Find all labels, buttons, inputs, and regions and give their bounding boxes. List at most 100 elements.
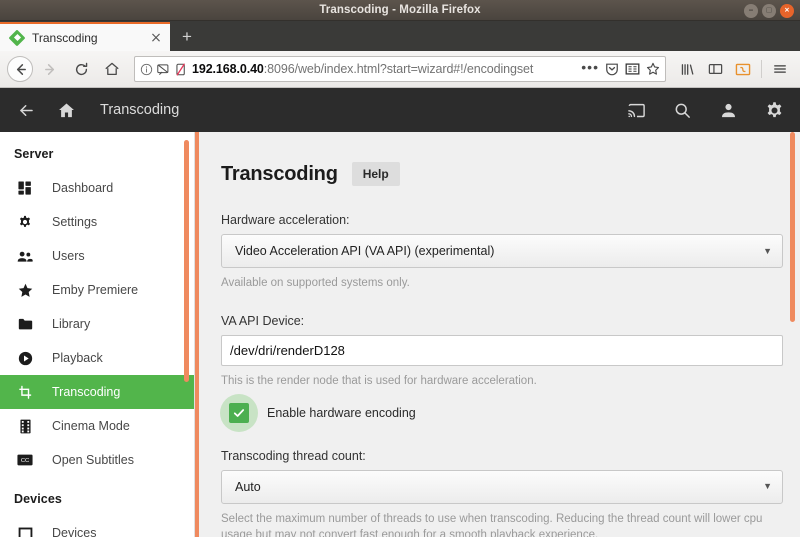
search-icon[interactable] [670, 98, 694, 122]
sidebar-item-open-subtitles[interactable]: CC Open Subtitles [0, 443, 195, 477]
new-tab-button[interactable]: + [170, 22, 204, 51]
hamburger-menu-icon[interactable] [767, 56, 793, 82]
toolbar-separator [761, 60, 762, 78]
star-icon[interactable] [646, 62, 660, 76]
browser-toolbar-actions [674, 56, 793, 82]
svg-text:CC: CC [21, 458, 29, 464]
arrow-left-icon [19, 104, 33, 116]
window-minimize-button[interactable]: – [744, 3, 758, 18]
tracking-protection-icon[interactable] [157, 63, 171, 76]
pocket-save-icon[interactable] [605, 62, 619, 76]
app-header-left: Transcoding [14, 98, 179, 122]
va-api-device-input[interactable]: /dev/dri/renderD128 [221, 335, 783, 367]
enable-hardware-encoding-label: Enable hardware encoding [267, 405, 416, 420]
page-title-row: Transcoding Help [221, 162, 783, 187]
sidebar-item-users[interactable]: Users [0, 239, 195, 273]
sidebar-item-label: Emby Premiere [52, 283, 139, 297]
content-scrollbar-thumb[interactable] [790, 132, 795, 322]
tab-close-icon[interactable]: × [148, 31, 164, 45]
sidebar-item-label: Library [52, 317, 91, 331]
va-api-device-hint: This is the render node that is used for… [221, 375, 537, 388]
page-info-icon[interactable] [140, 63, 153, 76]
sidebar-item-label: Playback [52, 351, 103, 365]
app-header-right [624, 98, 786, 122]
window-title: Transcoding - Mozilla Firefox [319, 4, 481, 16]
reload-icon [75, 62, 87, 75]
url-text[interactable]: 192.168.0.40:8096/web/index.html?start=w… [192, 62, 576, 76]
cast-icon[interactable] [624, 98, 648, 122]
browser-tabstrip: Transcoding × + [0, 21, 800, 51]
gear-icon[interactable] [762, 98, 786, 122]
sidebar-item-label: Settings [52, 215, 98, 229]
back-button[interactable] [7, 56, 33, 82]
home-button[interactable] [98, 55, 126, 83]
folder-icon [14, 318, 36, 331]
device-icon [14, 527, 36, 537]
container-tabs-icon[interactable] [730, 56, 756, 82]
arrow-left-icon [16, 63, 26, 75]
sidebar-item-label: Transcoding [52, 385, 121, 399]
app-home-button[interactable] [54, 98, 78, 122]
window-maximize-button[interactable]: □ [762, 3, 776, 18]
sidebar-group-server: Server [14, 147, 54, 161]
app-back-button[interactable] [14, 98, 38, 122]
sidebar-group-devices: Devices [14, 492, 62, 506]
app-page-title: Transcoding [100, 102, 180, 118]
star-icon [14, 283, 36, 298]
url-bar-icons [140, 62, 187, 76]
reader-mode-icon[interactable] [625, 62, 640, 76]
users-icon [14, 250, 36, 263]
sidebar-item-label: Users [52, 249, 85, 263]
minimize-icon: – [748, 5, 754, 14]
pocket-icon[interactable] [175, 62, 187, 76]
enable-hardware-encoding-row[interactable]: Enable hardware encoding [220, 393, 783, 432]
window-controls: – □ × [744, 0, 794, 21]
sidebar-item-label: Devices [52, 526, 97, 537]
gear-icon [14, 215, 36, 229]
library-icon[interactable] [674, 56, 700, 82]
window-titlebar: Transcoding - Mozilla Firefox – □ × [0, 0, 800, 21]
enable-hardware-encoding-checkbox[interactable] [229, 402, 249, 423]
sidebar-item-playback[interactable]: Playback [0, 341, 195, 375]
thread-count-hint: Select the maximum number of threads to … [221, 512, 763, 537]
thread-count-select[interactable]: Auto ▼ [221, 469, 783, 504]
sidebar: Server Dashboard Settings Users Emby Pre… [0, 132, 195, 537]
hardware-acceleration-select[interactable]: Video Acceleration API (VA API) (experim… [221, 234, 783, 269]
settings-form: Transcoding Help Hardware acceleration: … [220, 162, 783, 537]
url-host: 192.168.0.40 [192, 62, 264, 76]
maximize-icon: □ [766, 5, 772, 14]
person-icon[interactable] [716, 98, 740, 122]
sidebar-item-dashboard[interactable]: Dashboard [0, 171, 195, 205]
thread-count-value: Auto [235, 479, 261, 494]
sidebar-item-label: Dashboard [52, 181, 114, 195]
sidebar-item-library[interactable]: Library [0, 307, 195, 341]
close-icon: × [784, 5, 790, 14]
sidebar-item-emby-premiere[interactable]: Emby Premiere [0, 273, 195, 307]
app-body: Server Dashboard Settings Users Emby Pre… [0, 132, 800, 537]
sidebar-scrollbar-thumb[interactable] [184, 140, 189, 382]
sidebar-icon[interactable] [702, 56, 728, 82]
forward-button [36, 55, 64, 83]
sidebar-item-devices[interactable]: Devices [0, 516, 195, 537]
sidebar-item-label: Open Subtitles [52, 453, 134, 467]
url-bar[interactable]: 192.168.0.40:8096/web/index.html?start=w… [134, 56, 666, 82]
chevron-down-icon: ▼ [763, 245, 772, 256]
sidebar-item-cinema-mode[interactable]: Cinema Mode [0, 409, 195, 443]
sidebar-item-transcoding[interactable]: Transcoding [0, 375, 195, 409]
home-icon [105, 62, 119, 76]
browser-tab-transcoding[interactable]: Transcoding × [0, 22, 170, 51]
emby-diamond-icon [8, 29, 26, 46]
hardware-acceleration-label: Hardware acceleration: [221, 213, 350, 228]
page-actions-button[interactable]: ••• [581, 60, 599, 76]
thread-count-label: Transcoding thread count: [221, 448, 366, 463]
home-icon [58, 103, 74, 117]
transcode-icon [14, 385, 36, 400]
window-close-button[interactable]: × [780, 3, 794, 18]
hardware-acceleration-hint: Available on supported systems only. [221, 277, 410, 290]
va-api-device-value: /dev/dri/renderD128 [230, 343, 345, 359]
sidebar-item-label: Cinema Mode [52, 419, 130, 433]
sidebar-item-settings[interactable]: Settings [0, 205, 195, 239]
url-path: :8096/web/index.html?start=wizard#!/enco… [263, 62, 534, 76]
help-button[interactable]: Help [351, 162, 400, 187]
reload-button[interactable] [67, 55, 95, 83]
